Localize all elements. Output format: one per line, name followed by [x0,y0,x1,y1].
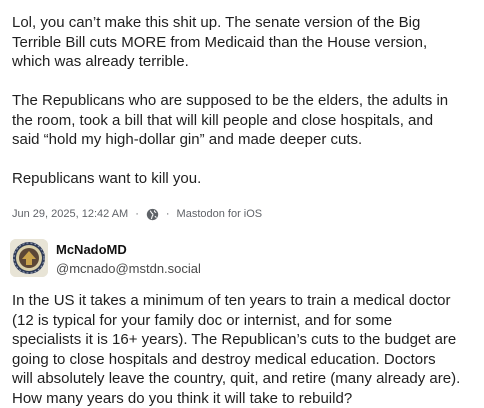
client-name: Mastodon for iOS [176,208,263,220]
separator-dot: · [165,208,170,220]
post-paragraph: Lol, you can’t make this shit up. The se… [12,14,428,70]
post-metadata: Jun 29, 2025, 12:42 AM · · Mastodon for … [12,206,262,222]
separator-dot: · [135,208,139,220]
post-paragraph: Republicans want to kill you. [12,170,202,187]
display-name[interactable]: McNadoMD [56,242,127,257]
avatar-seal-icon [10,239,48,277]
globe-icon [146,208,159,221]
post-paragraph: The Republicans who are supposed to be t… [12,92,449,148]
post-body: In the US it takes a minimum of ten year… [12,292,461,407]
post-timestamp[interactable]: Jun 29, 2025, 12:42 AM [12,208,128,220]
avatar[interactable] [10,239,48,277]
account-handle[interactable]: @mcnado@mstdn.social [56,261,201,276]
